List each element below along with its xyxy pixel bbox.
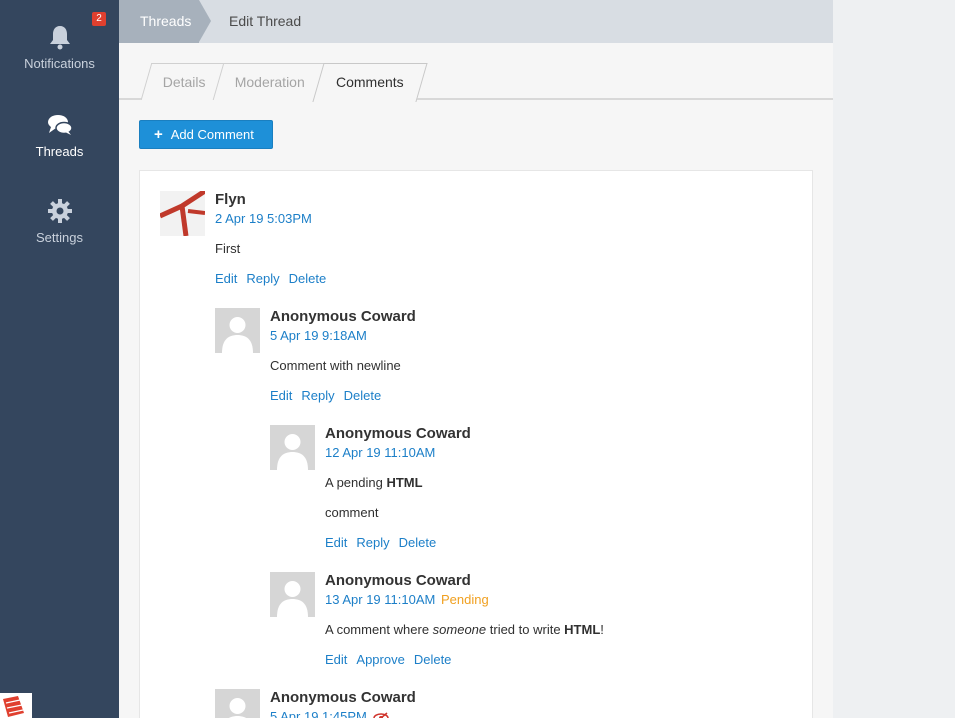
body-bold-text: HTML: [564, 622, 601, 637]
avatar: [270, 572, 315, 617]
body-text: A comment where: [325, 622, 433, 637]
comment-body-line: comment: [325, 505, 379, 520]
sidebar-item-threads[interactable]: Threads: [0, 112, 119, 159]
delete-link[interactable]: Delete: [399, 535, 437, 550]
body-bold-text: HTML: [386, 475, 423, 490]
body-text: tried to write: [486, 622, 565, 637]
comment: Flyn 2 Apr 19 5:03PM First Edit Reply Dele…: [160, 191, 800, 291]
comment-timestamp[interactable]: 5 Apr 19 1:45PM: [270, 709, 367, 718]
breadcrumb-current: Edit Thread: [229, 13, 302, 29]
avatar: [215, 308, 260, 353]
avatar-image-icon: [160, 191, 205, 236]
add-comment-label: Add Comment: [170, 127, 254, 142]
user-placeholder-icon: [270, 425, 315, 470]
user-placeholder-icon: [215, 308, 260, 353]
comment-author: Anonymous Coward: [270, 308, 416, 325]
edit-link[interactable]: Edit: [325, 652, 347, 667]
avatar: [215, 689, 260, 718]
tab-moderation[interactable]: Moderation: [212, 63, 329, 100]
comment-actions: Edit Reply Delete: [270, 388, 390, 403]
comment-body: A comment where someone tried to write H…: [325, 622, 604, 637]
comment-timestamp[interactable]: 13 Apr 19 11:10AM: [325, 592, 435, 607]
avatar: [270, 425, 315, 470]
logo-icon: [3, 696, 24, 717]
comment-author: Anonymous Coward: [270, 689, 416, 706]
comment-actions: Edit Approve Delete: [325, 652, 460, 667]
delete-link[interactable]: Delete: [289, 271, 327, 286]
breadcrumb-threads-link[interactable]: Threads: [119, 0, 199, 43]
reply-link[interactable]: Reply: [246, 271, 279, 286]
reply-link[interactable]: Reply: [301, 388, 334, 403]
right-empty-pane: [833, 0, 955, 718]
user-placeholder-icon: [215, 689, 260, 718]
comment-actions: Edit Reply Delete: [215, 271, 335, 286]
sidebar-item-settings[interactable]: Settings: [0, 198, 119, 245]
body-text: A pending: [325, 475, 387, 490]
add-comment-button[interactable]: + Add Comment: [139, 120, 273, 149]
comment-author: Anonymous Coward: [325, 425, 471, 442]
comment-body: First: [215, 241, 241, 256]
comment-timestamp[interactable]: 12 Apr 19 11:10AM: [325, 445, 435, 460]
user-placeholder-icon: [270, 572, 315, 617]
hidden-eye-icon: [373, 711, 390, 718]
comment: Anonymous Coward 12 Apr 19 11:10AM A pen…: [270, 425, 790, 555]
gear-icon: [47, 199, 72, 223]
sidebar: Notifications 2 Threads Settings: [0, 0, 119, 718]
main-content: Threads Edit Thread Details Moderation C…: [119, 0, 833, 718]
avatar: [160, 191, 205, 236]
comment-actions: Edit Reply Delete: [325, 535, 445, 550]
sidebar-item-notifications[interactable]: Notifications: [0, 24, 119, 71]
notification-badge: 2: [92, 12, 106, 26]
comment: Anonymous Coward 5 Apr 19 1:45PM: [215, 689, 795, 718]
comment-body: Comment with newline: [270, 358, 401, 373]
comments-icon: [47, 115, 73, 135]
reply-link[interactable]: Reply: [356, 535, 389, 550]
breadcrumb: Threads Edit Thread: [119, 0, 833, 43]
comment-timestamp[interactable]: 2 Apr 19 5:03PM: [215, 211, 312, 226]
body-text: !: [600, 622, 604, 637]
approve-link[interactable]: Approve: [356, 652, 404, 667]
comment-timestamp[interactable]: 5 Apr 19 9:18AM: [270, 328, 367, 343]
tab-comments[interactable]: Comments: [312, 63, 428, 102]
comments-panel: Flyn 2 Apr 19 5:03PM First Edit Reply Dele…: [139, 170, 813, 718]
plus-icon: +: [154, 126, 163, 143]
bell-icon: [49, 26, 70, 50]
comment-timestamp-row: 5 Apr 19 1:45PM: [270, 709, 390, 718]
sidebar-item-label: Notifications: [24, 56, 95, 71]
delete-link[interactable]: Delete: [414, 652, 452, 667]
tab-label: Comments: [336, 74, 404, 90]
tab-label: Details: [162, 74, 206, 90]
comment-body-line: A pending HTML: [325, 475, 423, 490]
breadcrumb-separator: [199, 0, 211, 42]
edit-link[interactable]: Edit: [325, 535, 347, 550]
tab-label: Moderation: [235, 74, 306, 90]
edit-link[interactable]: Edit: [270, 388, 292, 403]
app-logo: [0, 693, 32, 718]
comment: Anonymous Coward 13 Apr 19 11:10AM Pendi…: [270, 572, 790, 672]
comment-author: Flyn: [215, 191, 246, 208]
sidebar-item-label: Threads: [35, 144, 84, 159]
delete-link[interactable]: Delete: [344, 388, 382, 403]
comment-author: Anonymous Coward: [325, 572, 471, 589]
comment-timestamp-row: 13 Apr 19 11:10AM Pending: [325, 592, 489, 607]
comment: Anonymous Coward 5 Apr 19 9:18AM Comment…: [215, 308, 795, 408]
edit-link[interactable]: Edit: [215, 271, 237, 286]
sidebar-item-label: Settings: [36, 230, 83, 245]
pending-status: Pending: [440, 592, 489, 607]
body-italic-text: someone: [432, 622, 487, 637]
